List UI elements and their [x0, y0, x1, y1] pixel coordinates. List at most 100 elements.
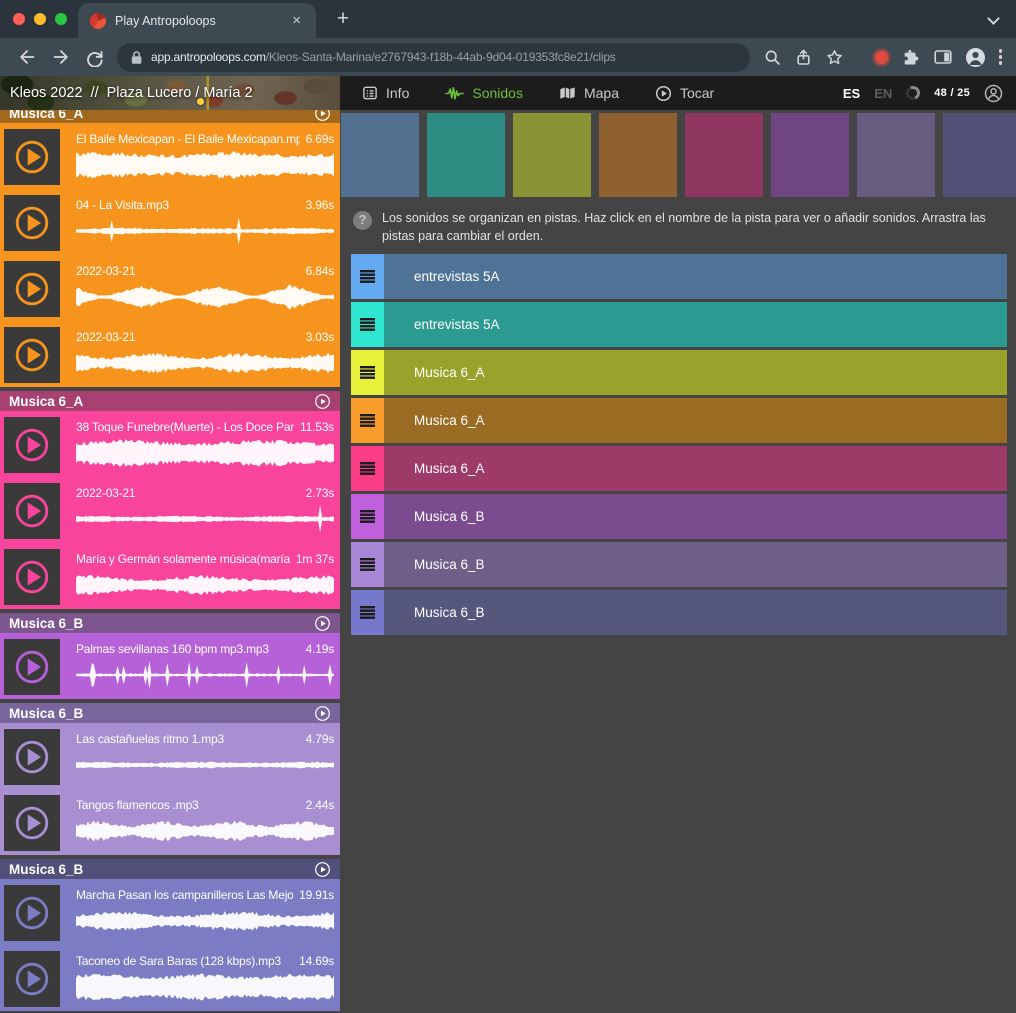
clip-play-button[interactable]	[4, 417, 60, 473]
waveform[interactable]	[76, 281, 334, 313]
tab-close-icon[interactable]: ×	[289, 11, 304, 30]
section-header[interactable]: Musica 6_B	[0, 859, 340, 879]
nav-item-mapa[interactable]: Mapa	[559, 85, 619, 101]
clip-play-button[interactable]	[4, 795, 60, 851]
waveform[interactable]	[76, 971, 334, 1003]
track-row[interactable]: Musica 6_B	[351, 590, 1007, 635]
close-window-icon[interactable]	[13, 13, 25, 25]
window-controls[interactable]	[13, 13, 67, 25]
track-body[interactable]: Musica 6_B	[384, 494, 1007, 539]
lang-en-button[interactable]: EN	[874, 86, 892, 101]
track-row[interactable]: Musica 6_B	[351, 494, 1007, 539]
track-drag-handle[interactable]	[351, 590, 384, 635]
clip-play-button[interactable]	[4, 639, 60, 695]
breadcrumb-project[interactable]: Kleos 2022	[10, 85, 83, 101]
clip-play-button[interactable]	[4, 951, 60, 1007]
track-row[interactable]: Musica 6_A	[351, 398, 1007, 443]
side-panel-icon[interactable]	[934, 49, 952, 65]
track-body[interactable]: Musica 6_A	[384, 350, 1007, 395]
section-header[interactable]: Musica 6_A	[0, 110, 340, 123]
url-domain: app.antropoloops.com	[151, 50, 266, 64]
track-color-swatch	[599, 113, 677, 197]
section-header[interactable]: Musica 6_B	[0, 613, 340, 633]
track-row[interactable]: Musica 6_A	[351, 350, 1007, 395]
new-tab-button[interactable]: +	[330, 6, 356, 32]
browser-menu-icon[interactable]	[999, 49, 1003, 65]
track-body[interactable]: Musica 6_B	[384, 590, 1007, 635]
clip-play-button[interactable]	[4, 261, 60, 317]
waveform[interactable]	[76, 215, 334, 247]
track-row[interactable]: entrevistas 5A	[351, 254, 1007, 299]
nav-item-tocar[interactable]: Tocar	[655, 85, 714, 102]
track-row[interactable]: Musica 6_B	[351, 542, 1007, 587]
track-body[interactable]: entrevistas 5A	[384, 254, 1007, 299]
clip-play-button[interactable]	[4, 885, 60, 941]
nav-item-sonidos[interactable]: Sonidos	[445, 85, 523, 101]
track-body[interactable]: Musica 6_A	[384, 446, 1007, 491]
profile-avatar[interactable]	[966, 48, 985, 67]
clip-play-button[interactable]	[4, 195, 60, 251]
waveform[interactable]	[76, 437, 334, 469]
waveform[interactable]	[76, 815, 334, 847]
account-icon[interactable]	[984, 84, 1003, 103]
track-row[interactable]: entrevistas 5A	[351, 302, 1007, 347]
zoom-page-icon[interactable]	[764, 49, 781, 66]
track-body[interactable]: entrevistas 5A	[384, 302, 1007, 347]
clip-title: Marcha Pasan los campanilleros Las Mejor…	[76, 888, 293, 903]
clip-play-button[interactable]	[4, 549, 60, 605]
back-button[interactable]	[17, 47, 37, 67]
recording-indicator-icon[interactable]	[875, 51, 888, 64]
browser-tab[interactable]: Play Antropoloops ×	[78, 3, 316, 38]
waveform[interactable]	[76, 503, 334, 535]
section-play-icon[interactable]	[314, 615, 331, 632]
share-icon[interactable]	[795, 49, 812, 66]
clip-play-button[interactable]	[4, 327, 60, 383]
track-row[interactable]: Musica 6_A	[351, 446, 1007, 491]
browser-tab-strip: Play Antropoloops × +	[0, 0, 1016, 38]
track-name: Musica 6_A	[414, 365, 485, 380]
zoom-window-icon[interactable]	[55, 13, 67, 25]
waveform[interactable]	[76, 569, 334, 601]
clip-play-button[interactable]	[4, 129, 60, 185]
tab-search-chevron-icon[interactable]	[987, 12, 1000, 25]
waveform[interactable]	[76, 905, 334, 937]
section-header[interactable]: Musica 6_A	[0, 391, 340, 411]
section-play-icon[interactable]	[314, 861, 331, 878]
section-name: Musica 6_B	[9, 706, 83, 721]
track-drag-handle[interactable]	[351, 254, 384, 299]
section-play-icon[interactable]	[314, 393, 331, 410]
waveform[interactable]	[76, 749, 334, 781]
reload-button[interactable]	[85, 48, 104, 67]
bookmark-star-icon[interactable]	[826, 49, 843, 66]
track-drag-handle[interactable]	[351, 542, 384, 587]
info-panel-icon	[362, 85, 378, 101]
track-body[interactable]: Musica 6_B	[384, 542, 1007, 587]
map-preview[interactable]: Kleos 2022 // Plaza Lucero / María 2	[0, 76, 340, 110]
track-drag-handle[interactable]	[351, 446, 384, 491]
forward-button[interactable]	[51, 47, 71, 67]
tab-title: Play Antropoloops	[115, 14, 289, 28]
lang-es-button[interactable]: ES	[843, 86, 860, 101]
clip-play-button[interactable]	[4, 483, 60, 539]
section-play-icon[interactable]	[314, 110, 331, 122]
nav-item-info[interactable]: Info	[362, 85, 409, 101]
section-play-icon[interactable]	[314, 705, 331, 722]
waveform[interactable]	[76, 347, 334, 379]
clip-duration: 2.73s	[306, 486, 334, 501]
minimize-window-icon[interactable]	[34, 13, 46, 25]
track-drag-handle[interactable]	[351, 398, 384, 443]
url-bar[interactable]: app.antropoloops.com/Kleos-Santa-Marina/…	[117, 43, 750, 72]
clip-play-button[interactable]	[4, 729, 60, 785]
track-body[interactable]: Musica 6_A	[384, 398, 1007, 443]
waveform[interactable]	[76, 659, 334, 691]
track-drag-handle[interactable]	[351, 350, 384, 395]
section-header[interactable]: Musica 6_B	[0, 703, 340, 723]
breadcrumb-session[interactable]: Plaza Lucero / María 2	[107, 85, 253, 101]
app-nav: Info Sonidos Mapa Tocar	[362, 85, 750, 102]
track-drag-handle[interactable]	[351, 302, 384, 347]
play-icon	[11, 958, 53, 1000]
clip-row: 04 - La Visita.mp3 3.96s	[0, 191, 340, 255]
waveform[interactable]	[76, 149, 334, 181]
track-drag-handle[interactable]	[351, 494, 384, 539]
extensions-puzzle-icon[interactable]	[902, 48, 920, 66]
